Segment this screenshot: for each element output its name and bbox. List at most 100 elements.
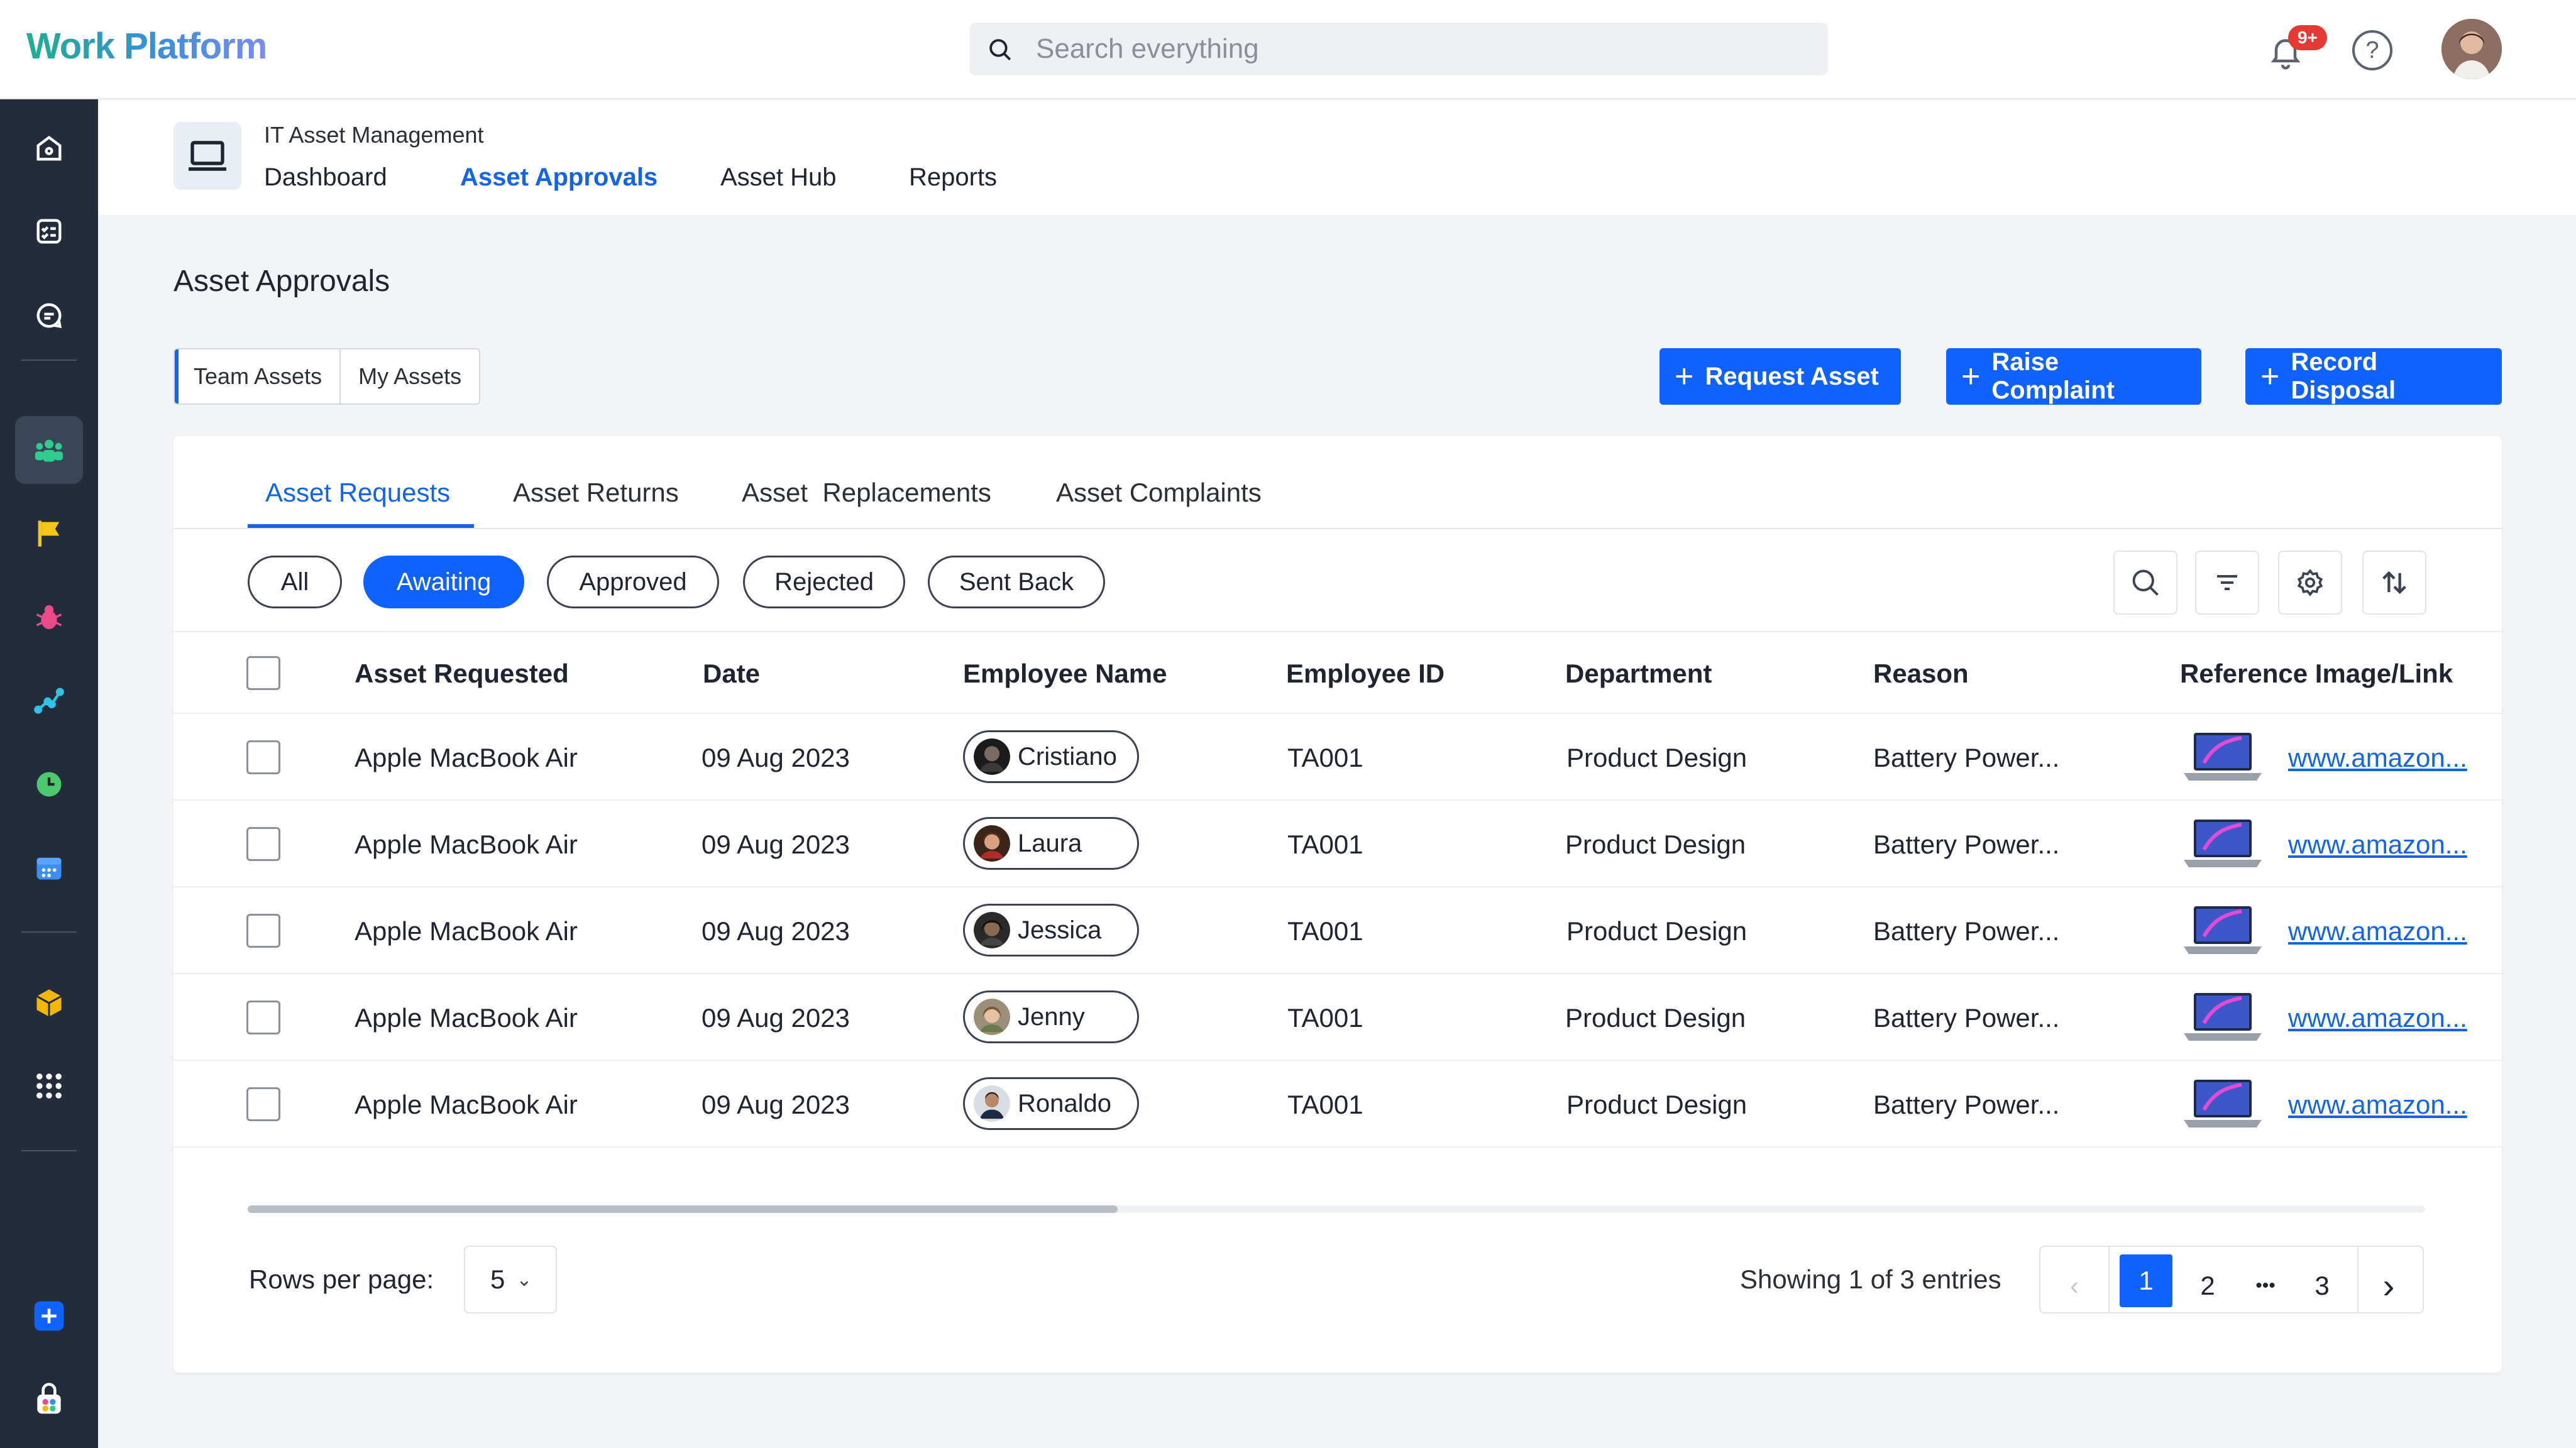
row-checkbox[interactable]: [246, 1001, 280, 1034]
tab-asset-replacements[interactable]: Asset Replacements: [742, 478, 991, 508]
sidebar: [0, 99, 98, 1448]
tab-asset-requests[interactable]: Asset Requests: [265, 478, 450, 508]
column-header[interactable]: Reference Image/Link: [2180, 659, 2453, 689]
column-header[interactable]: Asset Requested: [355, 659, 569, 689]
filter-approved[interactable]: Approved: [547, 556, 719, 608]
table-settings-button[interactable]: [2278, 551, 2342, 615]
request-asset-button[interactable]: + Request Asset: [1660, 348, 1901, 405]
sidebar-item-time[interactable]: [15, 750, 83, 818]
sidebar-item-store[interactable]: [15, 1365, 83, 1433]
page-1[interactable]: 1: [2120, 1254, 2172, 1307]
laptop-icon: [173, 122, 241, 190]
sidebar-item-bugs[interactable]: [15, 583, 83, 651]
column-header[interactable]: Reason: [1873, 659, 1969, 689]
sidebar-item-chat[interactable]: [15, 282, 83, 349]
table-row[interactable]: Apple MacBook Air 09 Aug 2023 Jenny TA00…: [173, 974, 2502, 1061]
table-sort-button[interactable]: [2362, 551, 2426, 615]
department: Product Design: [1565, 830, 1746, 859]
sidebar-item-flags[interactable]: [15, 499, 83, 567]
department: Product Design: [1566, 1090, 1748, 1119]
raise-complaint-button[interactable]: + Raise Complaint: [1946, 348, 2201, 405]
row-checkbox[interactable]: [246, 914, 280, 948]
tab-asset-complaints[interactable]: Asset Complaints: [1056, 478, 1262, 508]
laptop-thumbnail[interactable]: [2181, 1077, 2264, 1131]
page-2[interactable]: 2: [2181, 1259, 2234, 1312]
bug-icon: [36, 605, 62, 630]
record-disposal-button[interactable]: + Record Disposal: [2245, 348, 2502, 405]
laptop-thumbnail[interactable]: [2181, 730, 2264, 784]
department: Product Design: [1565, 1003, 1746, 1033]
avatar: [974, 1085, 1010, 1122]
sidebar-item-home[interactable]: [15, 114, 83, 182]
employee-name: Laura: [1018, 829, 1082, 857]
reason: Battery Power...: [1873, 916, 2060, 946]
employee-chip[interactable]: Ronaldo: [963, 1077, 1139, 1130]
table-row[interactable]: Apple MacBook Air 09 Aug 2023 Jessica TA…: [173, 887, 2502, 974]
sidebar-item-assets[interactable]: [15, 969, 83, 1037]
user-avatar[interactable]: [2441, 19, 2502, 79]
sidebar-item-tasks[interactable]: [15, 197, 83, 265]
employee-chip[interactable]: Laura: [963, 817, 1139, 870]
employee-chip[interactable]: Cristiano: [963, 730, 1139, 783]
laptop-thumbnail[interactable]: [2181, 817, 2264, 871]
notification-badge: 9+: [2288, 25, 2327, 50]
table-row[interactable]: Apple MacBook Air 09 Aug 2023 Ronaldo TA…: [173, 1061, 2502, 1148]
table-row[interactable]: Apple MacBook Air 09 Aug 2023 Laura TA00…: [173, 801, 2502, 887]
tab-asset-hub[interactable]: Asset Hub: [720, 163, 837, 192]
reference-link[interactable]: www.amazon...: [2288, 1090, 2467, 1120]
employee-name: Jenny: [1018, 1002, 1085, 1031]
tab-reports[interactable]: Reports: [909, 163, 997, 192]
department: Product Design: [1566, 743, 1748, 772]
reference-link[interactable]: www.amazon...: [2288, 916, 2467, 946]
column-header[interactable]: Employee Name: [963, 659, 1167, 689]
help-icon[interactable]: ?: [2352, 30, 2392, 70]
toggle-my-assets[interactable]: My Assets: [341, 349, 479, 403]
reference-link[interactable]: www.amazon...: [2288, 1003, 2467, 1033]
column-header[interactable]: Date: [703, 659, 760, 689]
filter-awaiting[interactable]: Awaiting: [363, 556, 524, 608]
column-header[interactable]: Employee ID: [1286, 659, 1445, 689]
select-all-checkbox[interactable]: [246, 656, 280, 690]
row-checkbox[interactable]: [246, 1087, 280, 1121]
module-name: IT Asset Management: [264, 122, 484, 148]
chevron-down-icon: ⌄: [516, 1269, 532, 1290]
reference-link[interactable]: www.amazon...: [2288, 830, 2467, 860]
tab-dashboard[interactable]: Dashboard: [264, 163, 387, 192]
prev-page-button[interactable]: ‹: [2048, 1259, 2101, 1312]
scrollbar-thumb[interactable]: [248, 1205, 1118, 1213]
filter-all[interactable]: All: [248, 556, 342, 608]
filter-sent-back[interactable]: Sent Back: [928, 556, 1105, 608]
laptop-thumbnail[interactable]: [2181, 990, 2264, 1045]
search-input[interactable]: [1036, 23, 1790, 75]
column-header[interactable]: Department: [1565, 659, 1712, 689]
sidebar-item-team[interactable]: [15, 416, 83, 484]
table-filter-button[interactable]: [2195, 551, 2259, 615]
entries-summary: Showing 1 of 3 entries: [1740, 1264, 2001, 1294]
app-logo[interactable]: Work Platform: [26, 25, 267, 67]
pager-divider: [2108, 1247, 2110, 1312]
sidebar-item-apps[interactable]: [15, 1052, 83, 1120]
rows-per-page-value: 5: [490, 1264, 505, 1294]
toggle-team-assets[interactable]: Team Assets: [175, 349, 341, 403]
tab-asset-returns[interactable]: Asset Returns: [513, 478, 679, 508]
filter-rejected[interactable]: Rejected: [743, 556, 905, 608]
employee-chip[interactable]: Jessica: [963, 904, 1139, 957]
row-checkbox[interactable]: [246, 740, 280, 774]
sidebar-item-calendar[interactable]: [15, 833, 83, 901]
global-search[interactable]: [969, 23, 1828, 75]
employee-id: TA001: [1287, 830, 1363, 859]
table-row[interactable]: Apple MacBook Air 09 Aug 2023 Cristiano …: [173, 714, 2502, 801]
laptop-thumbnail[interactable]: [2181, 904, 2264, 958]
page-3[interactable]: 3: [2296, 1259, 2348, 1312]
tab-asset-approvals[interactable]: Asset Approvals: [460, 163, 658, 192]
row-checkbox[interactable]: [246, 827, 280, 861]
box-icon: [36, 989, 62, 1017]
sidebar-item-analytics[interactable]: [15, 666, 83, 734]
sidebar-add-button[interactable]: [15, 1282, 83, 1350]
table-search-button[interactable]: [2113, 551, 2177, 615]
rows-per-page-select[interactable]: 5 ⌄: [464, 1246, 557, 1314]
filter-icon: [2217, 575, 2237, 590]
employee-chip[interactable]: Jenny: [963, 990, 1139, 1043]
reference-link[interactable]: www.amazon...: [2288, 743, 2467, 773]
next-page-button[interactable]: ›: [2362, 1259, 2415, 1312]
